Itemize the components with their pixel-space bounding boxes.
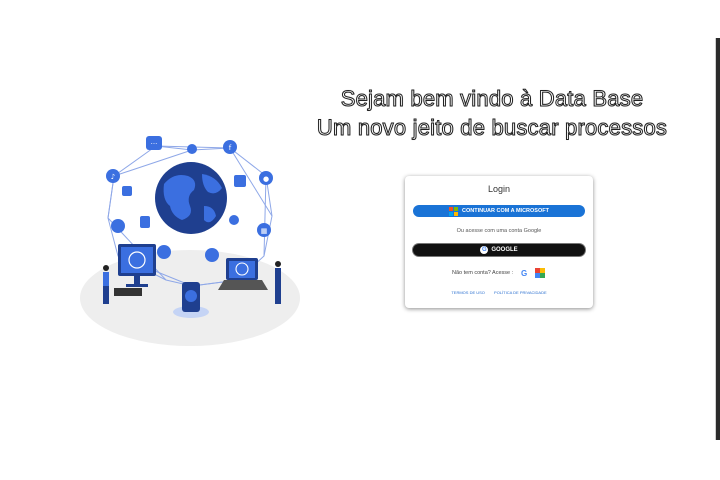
- microsoft-logo-icon: [449, 206, 458, 216]
- google-workspace-icon[interactable]: [535, 268, 546, 278]
- svg-text:▦: ▦: [261, 227, 268, 235]
- svg-text:···: ···: [151, 140, 158, 148]
- welcome-title: Sejam bem vindo à Data Base: [340, 86, 644, 112]
- privacy-link[interactable]: POLÍTICA DE PRIVACIDADE: [494, 290, 547, 295]
- no-account-text: Não tem conta? Acesse :: [452, 270, 514, 276]
- svg-text:♪: ♪: [111, 173, 115, 181]
- microsoft-login-label: CONTINUAR COM A MICROSOFT: [462, 208, 549, 214]
- svg-text:●: ●: [263, 175, 269, 183]
- login-title: Login: [487, 184, 511, 194]
- no-account-row: Não tem conta? Acesse : G: [452, 268, 546, 278]
- network-illustration: ··· f ♪ ● ▦: [80, 136, 300, 346]
- google-g-icon[interactable]: G: [519, 268, 529, 278]
- microsoft-login-button[interactable]: CONTINUAR COM A MICROSOFT: [413, 205, 585, 217]
- welcome-subtitle: Um novo jeito de buscar processos: [316, 115, 668, 141]
- login-card: Login CONTINUAR COM A MICROSOFT Ou acess…: [405, 176, 593, 308]
- google-login-button[interactable]: G GOOGLE: [413, 244, 585, 256]
- google-logo-icon: G: [480, 246, 489, 254]
- google-login-label: GOOGLE: [491, 247, 518, 253]
- terms-link[interactable]: TERMOS DE USO: [451, 290, 485, 295]
- footer-links: TERMOS DE USO POLÍTICA DE PRIVACIDADE: [405, 290, 593, 295]
- google-divider-text: Ou acesse com uma conta Google: [456, 228, 542, 234]
- scrollbar[interactable]: [716, 38, 720, 440]
